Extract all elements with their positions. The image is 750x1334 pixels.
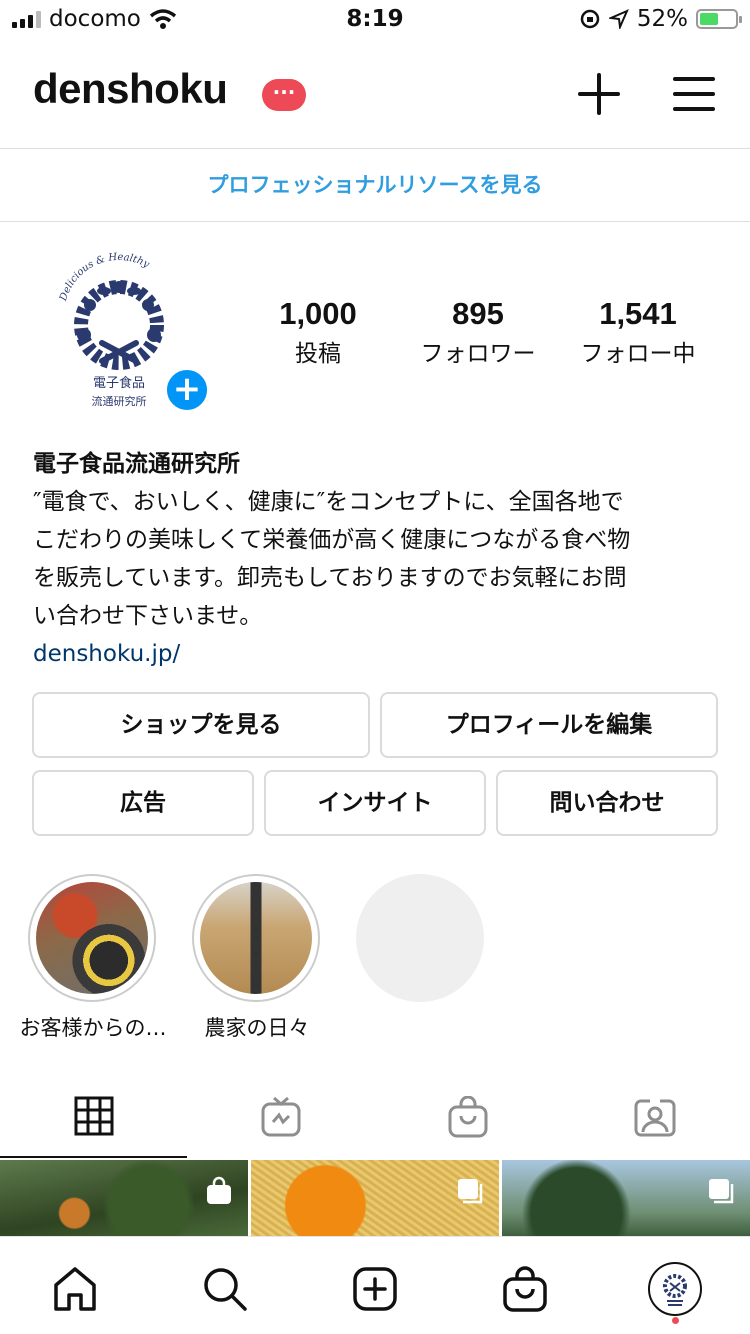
nav-search[interactable] xyxy=(195,1259,255,1319)
bio-line: を販売しています。卸売もしておりますのでお気軽にお問 xyxy=(33,565,627,591)
website-link[interactable]: denshoku.jp/ xyxy=(33,635,723,673)
tab-igtv[interactable] xyxy=(187,1076,374,1158)
view-shop-button[interactable]: ショップを見る xyxy=(32,692,370,758)
username-title[interactable]: denshoku xyxy=(33,65,228,113)
status-right: 52% xyxy=(579,6,742,32)
highlight-ring xyxy=(28,874,156,1002)
svg-text:電子食品: 電子食品 xyxy=(93,375,145,391)
followers-count: 895 xyxy=(452,296,504,331)
home-icon xyxy=(54,1267,96,1311)
carousel-icon xyxy=(709,1179,734,1204)
add-story-button[interactable]: + xyxy=(163,366,211,414)
post-thumbnail[interactable] xyxy=(251,1160,499,1236)
location-icon xyxy=(608,9,629,29)
new-post-icon xyxy=(353,1267,397,1311)
highlight-caption: 農家の日々 xyxy=(204,1016,310,1040)
nav-profile[interactable] xyxy=(645,1259,705,1319)
mini-logo-icon xyxy=(663,1274,687,1306)
bio-line: こだわりの美味しくて栄養価が高く健康につながる食べ物 xyxy=(33,527,631,553)
post-thumbnail[interactable] xyxy=(0,1160,248,1236)
igtv-icon xyxy=(261,1096,300,1137)
bio-line: ″電食で、おいしく、健康に″をコンセプトに、全国各地で xyxy=(33,489,624,515)
shop-icon xyxy=(503,1266,547,1312)
following-label: フォロー中 xyxy=(580,341,696,367)
grid-icon xyxy=(74,1096,113,1136)
professional-resources-link[interactable]: プロフェッショナルリソースを見る xyxy=(0,148,750,222)
tab-grid[interactable] xyxy=(0,1076,187,1158)
highlight-customers[interactable]: お客様からの… xyxy=(20,874,167,1040)
shopping-bag-icon xyxy=(207,1176,231,1204)
bottom-navigation xyxy=(0,1236,750,1334)
ads-button[interactable]: 広告 xyxy=(32,770,254,836)
profile-bio: 電子食品流通研究所 ″電食で、おいしく、健康に″をコンセプトに、全国各地で こだ… xyxy=(33,445,723,673)
create-plus-icon[interactable] xyxy=(576,71,622,117)
activity-dot xyxy=(672,1317,679,1324)
battery-percent: 52% xyxy=(636,6,688,32)
notification-badge[interactable]: ··· xyxy=(262,79,306,111)
highlight-placeholder[interactable] xyxy=(356,874,484,1002)
carousel-icon xyxy=(458,1179,483,1204)
battery-icon xyxy=(696,9,742,29)
insights-button[interactable]: インサイト xyxy=(264,770,486,836)
posts-label: 投稿 xyxy=(295,341,341,367)
highlight-image xyxy=(36,882,148,994)
rotation-lock-icon xyxy=(580,9,600,29)
battery-fill xyxy=(700,13,718,25)
stat-followers[interactable]: 895 フォロワー xyxy=(403,296,553,368)
highlight-farm-days[interactable]: 農家の日々 xyxy=(192,874,322,1040)
bio-line: い合わせ下さいませ。 xyxy=(33,603,263,629)
search-icon xyxy=(204,1268,247,1311)
tab-tagged[interactable] xyxy=(561,1076,748,1158)
nav-new-post[interactable] xyxy=(345,1259,405,1319)
following-count: 1,541 xyxy=(599,296,677,331)
tab-shop[interactable] xyxy=(374,1076,561,1158)
highlight-image xyxy=(200,882,312,994)
tagged-icon xyxy=(634,1099,675,1137)
followers-label: フォロワー xyxy=(420,341,536,367)
profile-header: denshoku ··· xyxy=(0,55,750,135)
profile-tabs xyxy=(0,1076,750,1158)
posts-grid xyxy=(0,1160,750,1236)
post-thumbnail[interactable] xyxy=(502,1160,750,1236)
highlight-caption: お客様からの… xyxy=(19,1016,167,1040)
nav-home[interactable] xyxy=(45,1259,105,1319)
shop-bag-icon xyxy=(448,1096,487,1138)
nav-shop[interactable] xyxy=(495,1259,555,1319)
svg-text:流通研究所: 流通研究所 xyxy=(92,394,147,408)
stat-posts[interactable]: 1,000 投稿 xyxy=(243,296,393,368)
stat-following[interactable]: 1,541 フォロー中 xyxy=(563,296,713,368)
status-bar: docomo 8:19 52% xyxy=(0,0,750,40)
menu-icon[interactable] xyxy=(672,71,716,117)
posts-count: 1,000 xyxy=(279,296,357,331)
edit-profile-button[interactable]: プロフィールを編集 xyxy=(380,692,718,758)
profile-avatar-icon xyxy=(648,1262,702,1316)
highlight-ring xyxy=(192,874,320,1002)
display-name: 電子食品流通研究所 xyxy=(33,451,240,477)
contact-button[interactable]: 問い合わせ xyxy=(496,770,718,836)
